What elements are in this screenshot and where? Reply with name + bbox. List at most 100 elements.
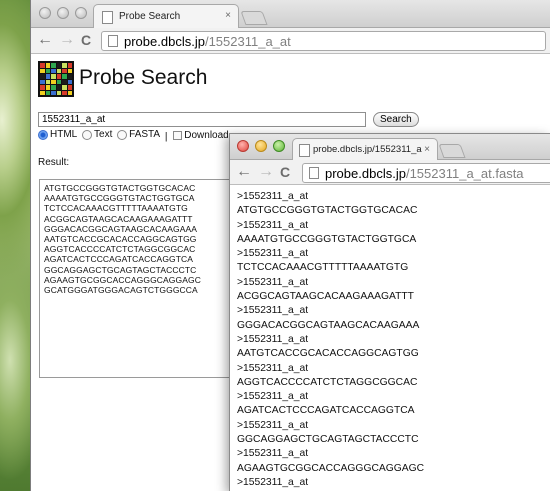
logo-cell: [51, 68, 56, 73]
address-bar[interactable]: probe.dbcls.jp/1552311_a_at.fasta: [302, 163, 550, 183]
logo-cell: [56, 63, 61, 68]
url-text: probe.dbcls.jp/1552311_a_at: [124, 34, 291, 49]
radio-fasta[interactable]: [117, 129, 128, 140]
search-button[interactable]: Search: [373, 112, 419, 127]
logo-cell: [45, 63, 50, 68]
result-textarea[interactable]: ATGTGCCGGGTGTACTGGTGCACAC AAAATGTGCCGGGT…: [39, 179, 249, 378]
minimize-window-button[interactable]: [57, 7, 69, 19]
download-label: Download: [184, 129, 229, 141]
logo-cell: [56, 68, 61, 73]
format-option-text[interactable]: Text: [82, 129, 112, 140]
probe-search-input[interactable]: [38, 112, 366, 127]
options-separator: |: [164, 131, 168, 143]
new-tab-button[interactable]: [240, 11, 268, 25]
result-line: AAAATGTGCCGGGTGTACTGGTGCA: [44, 193, 195, 204]
fasta-line: AATGTCACCGCACACCAGGCAGTGG: [237, 348, 419, 360]
tab-fasta[interactable]: probe.dbcls.jp/1552311_a ×: [292, 138, 438, 161]
close-icon[interactable]: ×: [225, 10, 231, 21]
browser-toolbar: ← → C probe.dbcls.jp/1552311_a_at: [31, 28, 550, 54]
new-tab-button[interactable]: [438, 144, 466, 158]
back-arrow-icon[interactable]: ←: [37, 31, 53, 49]
logo-cell: [56, 90, 61, 95]
fasta-line: >1552311_a_at: [237, 191, 309, 202]
format-label-fasta: FASTA: [129, 129, 161, 140]
result-line: ATGTGCCGGGTGTACTGGTGCACAC: [44, 183, 196, 193]
tab-strip: Probe Search ×: [31, 0, 550, 29]
fasta-line: AGATCACTCCCAGATCACCAGGTCA: [237, 405, 415, 417]
logo-cell: [40, 74, 45, 79]
format-option-html[interactable]: HTML: [38, 129, 77, 140]
fasta-line: >1552311_a_at: [237, 219, 309, 231]
close-window-button[interactable]: [39, 7, 51, 19]
logo-cell: [45, 85, 50, 90]
address-bar[interactable]: probe.dbcls.jp/1552311_a_at: [101, 31, 546, 51]
logo-cell: [45, 79, 50, 84]
minimize-window-button[interactable]: [255, 140, 267, 152]
browser-window-fasta: probe.dbcls.jp/1552311_a × ← → C probe.d…: [229, 133, 550, 491]
logo-cell: [67, 79, 72, 84]
format-label-text: Text: [94, 129, 113, 140]
reload-icon[interactable]: C: [81, 31, 91, 49]
result-line: GCATGGGATGGGACAGTCTGGGCCA: [44, 285, 198, 296]
result-line: GGGACACGGCAGTAAGCACAAGAAA: [44, 223, 198, 234]
logo-cell: [40, 79, 45, 84]
logo-cell: [67, 85, 72, 90]
fasta-line: >1552311_a_at: [237, 333, 309, 345]
logo-cell: [62, 63, 67, 68]
page-icon: [309, 167, 319, 179]
logo-cell: [67, 74, 72, 79]
logo-cell: [56, 74, 61, 79]
format-label-html: HTML: [50, 129, 78, 140]
browser-toolbar: ← → C probe.dbcls.jp/1552311_a_at.fasta: [230, 160, 550, 185]
back-arrow-icon[interactable]: ←: [236, 163, 252, 181]
download-checkbox[interactable]: [173, 130, 183, 140]
tab-probe-search[interactable]: Probe Search ×: [93, 4, 239, 29]
url-domain: probe.dbcls.jp: [325, 166, 406, 181]
url-text: probe.dbcls.jp/1552311_a_at.fasta: [325, 166, 524, 181]
result-line: AGAAGTGCGGCACCAGGGCAGGAGC: [44, 274, 201, 285]
fasta-line: TCTCCACAAACGTTTTTAAAATGTG: [237, 262, 409, 274]
result-line: AGGTCACCCCATCTCTAGGCGGCAC: [44, 244, 196, 255]
logo-cell: [56, 85, 61, 90]
close-icon[interactable]: ×: [424, 144, 430, 155]
reload-icon[interactable]: C: [280, 163, 290, 181]
logo-cell: [67, 68, 72, 73]
zoom-window-button[interactable]: [273, 140, 285, 152]
radio-html[interactable]: [38, 129, 48, 140]
url-path: /1552311_a_at.fasta: [405, 166, 524, 181]
logo-cell: [40, 68, 45, 73]
fasta-line: >1552311_a_at: [237, 276, 309, 288]
logo-cell: [56, 79, 61, 84]
page-icon: [102, 11, 113, 24]
url-path: /1552311_a_at: [204, 34, 291, 49]
logo-cell: [62, 90, 67, 95]
logo-cell: [51, 90, 56, 95]
logo-cell: [40, 90, 45, 95]
logo-cell: [51, 63, 56, 68]
format-option-fasta[interactable]: FASTA: [117, 129, 160, 140]
tab-title: Probe Search: [119, 11, 181, 22]
forward-arrow-icon[interactable]: →: [258, 163, 274, 181]
fasta-line: >1552311_a_at: [237, 305, 309, 317]
page-icon: [299, 144, 310, 157]
fasta-line: ATGTGCCGGGTGTACTGGTGCACAC: [237, 205, 418, 217]
logo-cell: [67, 90, 72, 95]
page-icon: [108, 35, 118, 47]
window-controls: [237, 140, 285, 152]
logo-cell: [45, 90, 50, 95]
fasta-line: AGAAGTGCGGCACCAGGGCAGGAGC: [237, 462, 425, 474]
close-window-button[interactable]: [237, 140, 249, 152]
result-line: GGCAGGAGCTGCAGTAGCTACCCTC: [44, 264, 197, 275]
result-line: AGATCACTCCCAGATCACCAGGTCA: [44, 254, 194, 265]
logo-cell: [67, 63, 72, 68]
format-options: HTML Text FASTA | Download: [38, 129, 231, 143]
zoom-window-button[interactable]: [75, 7, 87, 19]
result-line: TCTCCACAAACGTTTTTAAAATGTG: [44, 203, 188, 214]
fasta-line: >1552311_a_at: [237, 248, 309, 260]
download-option[interactable]: Download: [170, 129, 229, 141]
tab-strip: probe.dbcls.jp/1552311_a ×: [230, 134, 550, 161]
result-label: Result:: [38, 157, 70, 168]
forward-arrow-icon[interactable]: →: [59, 31, 75, 49]
radio-text[interactable]: [82, 129, 93, 140]
logo-cell: [40, 85, 45, 90]
